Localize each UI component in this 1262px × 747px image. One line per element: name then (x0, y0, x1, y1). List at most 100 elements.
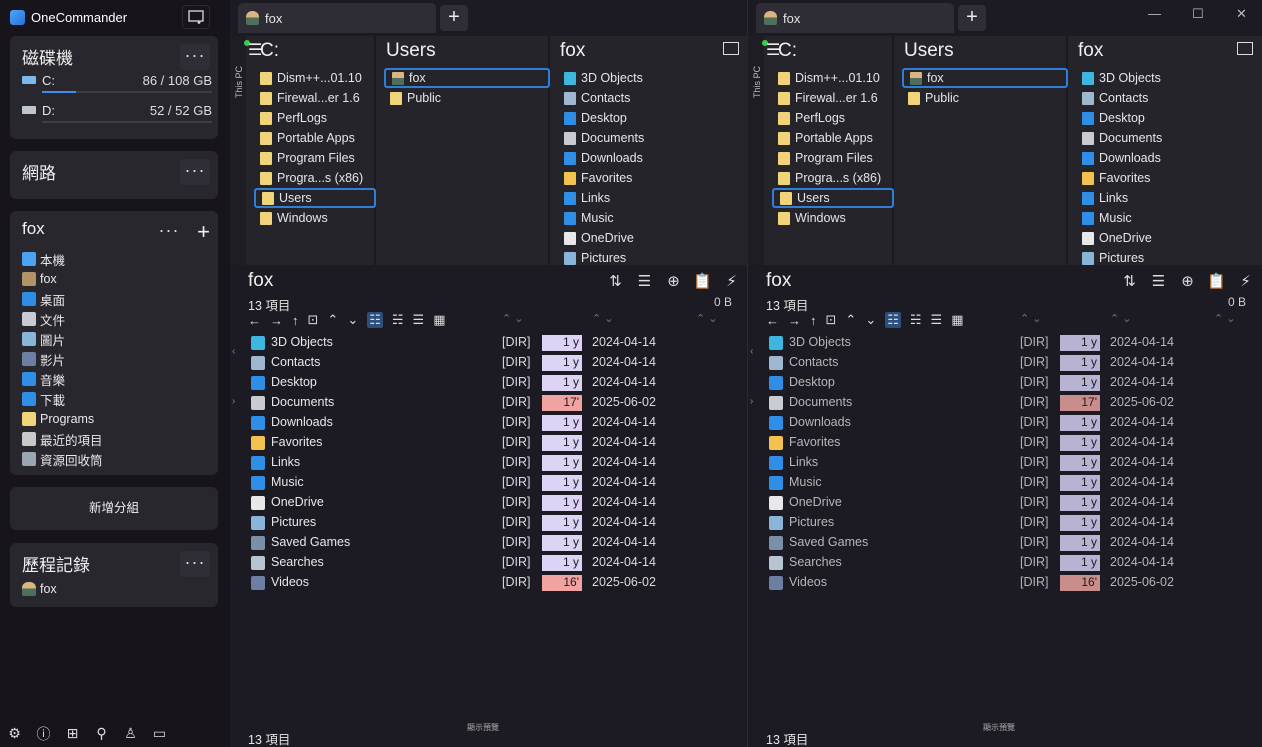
favorite-item[interactable]: 文件 (22, 309, 103, 329)
preview-toggle[interactable]: 顯示預覽 (467, 722, 499, 733)
column-item[interactable]: Links (558, 188, 644, 208)
list-view-button[interactable]: ☰ (931, 312, 943, 328)
forward-button[interactable]: → (788, 313, 801, 328)
clipboard-button[interactable]: 📋 (1202, 272, 1231, 290)
collapse-button[interactable]: ⌄ (865, 312, 876, 328)
column-item[interactable]: Portable Apps (772, 128, 894, 148)
file-row[interactable]: Music [DIR] 1 y 2024-04-14 (248, 473, 728, 493)
file-row[interactable]: Pictures [DIR] 1 y 2024-04-14 (248, 513, 728, 533)
clipboard-button[interactable]: 📋 (688, 272, 717, 290)
column-item[interactable]: Progra...s (x86) (772, 168, 894, 188)
new-tab-button[interactable]: + (958, 5, 986, 31)
back-button[interactable]: ← (766, 313, 779, 328)
file-row[interactable]: Videos [DIR] 16' 2025-06-02 (248, 573, 728, 593)
favorites-more-button[interactable]: ··· (154, 219, 184, 245)
file-row[interactable]: Downloads [DIR] 1 y 2024-04-14 (766, 413, 1246, 433)
add-group-button[interactable]: 新增分組 (10, 487, 218, 530)
size-sort-arrows[interactable]: ⌃ ⌄ (1214, 312, 1236, 325)
column-item[interactable]: Downloads (1076, 148, 1162, 168)
column-item[interactable]: Music (558, 208, 644, 228)
close-button[interactable]: ✕ (1236, 6, 1247, 22)
forward-button[interactable]: → (270, 313, 283, 328)
column-item[interactable]: Dism++...01.10 (254, 68, 376, 88)
column-item[interactable]: Favorites (558, 168, 644, 188)
favorite-item[interactable]: 最近的項目 (22, 429, 103, 449)
column-item[interactable]: Desktop (1076, 108, 1162, 128)
tab-fox[interactable]: fox (238, 3, 436, 33)
file-row[interactable]: Saved Games [DIR] 1 y 2024-04-14 (766, 533, 1246, 553)
column-item[interactable]: Desktop (558, 108, 644, 128)
favorite-item[interactable]: 下載 (22, 389, 103, 409)
details-view-button[interactable]: ☷ (367, 312, 383, 328)
file-row[interactable]: Downloads [DIR] 1 y 2024-04-14 (248, 413, 728, 433)
this-pc-label[interactable]: This PC (234, 66, 244, 98)
column-item[interactable]: OneDrive (1076, 228, 1162, 248)
column-item[interactable]: fox (902, 68, 1068, 88)
column-item[interactable]: PerfLogs (254, 108, 376, 128)
drive-d[interactable]: D: 52 / 52 GB (22, 103, 212, 125)
favorite-item[interactable]: 本機 (22, 249, 103, 269)
search-button[interactable]: ⚲ (87, 720, 116, 747)
collapse-button[interactable]: ⌄ (347, 312, 358, 328)
file-row[interactable]: Searches [DIR] 1 y 2024-04-14 (766, 553, 1246, 573)
column-item[interactable]: Users (772, 188, 894, 208)
go-button[interactable]: ⊕ (659, 272, 688, 290)
file-row[interactable]: Contacts [DIR] 1 y 2024-04-14 (766, 353, 1246, 373)
preview-toggle[interactable]: 顯示預覽 (983, 722, 1015, 733)
drives-more-button[interactable]: ··· (180, 44, 210, 70)
new-window-button[interactable] (182, 5, 210, 29)
column-view-toggle[interactable] (723, 42, 739, 55)
column-item[interactable]: OneDrive (558, 228, 644, 248)
column-item[interactable]: Public (902, 88, 1068, 108)
column-item[interactable]: Users (254, 188, 376, 208)
column-item[interactable]: Pictures (1076, 248, 1162, 268)
name-sort-arrows[interactable]: ⌃ ⌄ (1020, 312, 1042, 325)
up-button[interactable]: ↑ (810, 313, 817, 328)
history-button[interactable]: ⊡ (308, 312, 319, 328)
collapse-left-arrow[interactable]: ‹ (750, 346, 753, 357)
tiles-view-button[interactable]: ☵ (392, 312, 404, 328)
sort-button[interactable]: ⇅ (601, 272, 630, 290)
column-item[interactable]: Favorites (1076, 168, 1162, 188)
file-row[interactable]: Links [DIR] 1 y 2024-04-14 (766, 453, 1246, 473)
grid-view-button[interactable]: ▦ (951, 312, 963, 328)
date-sort-arrows[interactable]: ⌃ ⌄ (592, 312, 614, 325)
account-button[interactable]: ♙ (116, 720, 145, 747)
settings-button[interactable]: ⚙ (0, 720, 29, 747)
column-item[interactable]: fox (384, 68, 550, 88)
list-options-button[interactable]: ☰ (630, 272, 659, 290)
column-view-toggle[interactable] (1237, 42, 1253, 55)
column-item[interactable]: Dism++...01.10 (772, 68, 894, 88)
list-view-button[interactable]: ☰ (413, 312, 425, 328)
file-row[interactable]: Pictures [DIR] 1 y 2024-04-14 (766, 513, 1246, 533)
size-sort-arrows[interactable]: ⌃ ⌄ (696, 312, 718, 325)
file-row[interactable]: Desktop [DIR] 1 y 2024-04-14 (766, 373, 1246, 393)
file-row[interactable]: Searches [DIR] 1 y 2024-04-14 (248, 553, 728, 573)
column-item[interactable]: Documents (1076, 128, 1162, 148)
column-item[interactable]: Documents (558, 128, 644, 148)
collapse-right-arrow[interactable]: › (232, 396, 235, 407)
column-item[interactable]: Windows (254, 208, 376, 228)
details-view-button[interactable]: ☷ (885, 312, 901, 328)
file-row[interactable]: Documents [DIR] 17' 2025-06-02 (248, 393, 728, 413)
tab-fox[interactable]: fox (756, 3, 954, 33)
name-sort-arrows[interactable]: ⌃ ⌄ (502, 312, 524, 325)
file-row[interactable]: Links [DIR] 1 y 2024-04-14 (248, 453, 728, 473)
column-item[interactable]: Public (384, 88, 550, 108)
column-item[interactable]: Portable Apps (254, 128, 376, 148)
collapse-left-arrow[interactable]: ‹ (232, 346, 235, 357)
file-row[interactable]: Videos [DIR] 16' 2025-06-02 (766, 573, 1246, 593)
column-item[interactable]: Firewal...er 1.6 (254, 88, 376, 108)
drive-c[interactable]: C: 86 / 108 GB (22, 73, 212, 95)
history-item[interactable]: fox (22, 579, 57, 599)
grid-view-button[interactable]: ▦ (433, 312, 445, 328)
layout-button[interactable]: ⊞ (58, 720, 87, 747)
back-button[interactable]: ← (248, 313, 261, 328)
date-sort-arrows[interactable]: ⌃ ⌄ (1110, 312, 1132, 325)
new-tab-button[interactable]: + (440, 5, 468, 31)
new-window-bottom-button[interactable]: ▭ (145, 720, 174, 747)
column-item[interactable]: Program Files (254, 148, 376, 168)
file-row[interactable]: Favorites [DIR] 1 y 2024-04-14 (248, 433, 728, 453)
column-item[interactable]: Contacts (1076, 88, 1162, 108)
file-row[interactable]: Favorites [DIR] 1 y 2024-04-14 (766, 433, 1246, 453)
